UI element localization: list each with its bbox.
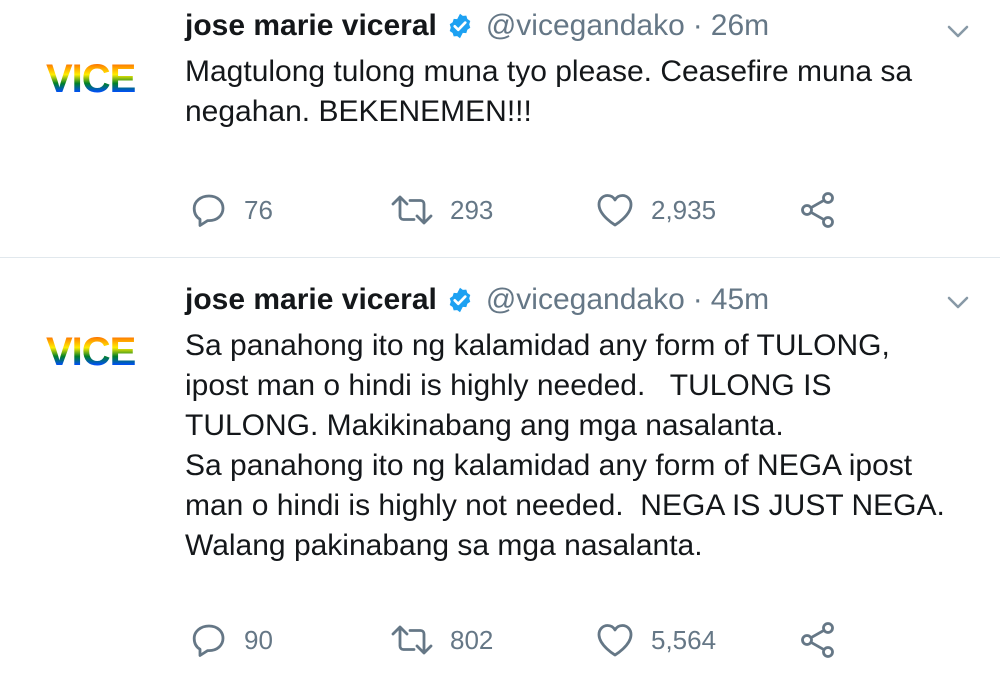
verified-badge-icon: [446, 286, 474, 314]
tweet-actions: 76 293 2,935: [0, 188, 1000, 232]
svg-text:VICE: VICE: [46, 58, 136, 98]
retweet-button[interactable]: 293: [390, 188, 493, 232]
share-button[interactable]: [798, 618, 838, 662]
reply-icon: [190, 621, 228, 659]
separator: ·: [692, 9, 703, 42]
heart-icon: [595, 191, 635, 229]
verified-badge-icon: [446, 12, 474, 40]
reply-count: 90: [244, 624, 273, 655]
retweet-icon: [390, 191, 434, 229]
retweet-count: 802: [450, 624, 494, 655]
tweet[interactable]: VICE jose marie viceral @vicegandako · 4…: [0, 258, 1000, 682]
share-icon: [798, 620, 838, 660]
avatar[interactable]: VICE: [46, 331, 150, 371]
separator: ·: [692, 283, 703, 316]
reply-button[interactable]: 76: [190, 188, 273, 232]
tweet-header: jose marie viceral @vicegandako · 26m: [185, 8, 940, 44]
chevron-down-icon[interactable]: [944, 288, 972, 316]
like-button[interactable]: 5,564: [595, 618, 716, 662]
heart-icon: [595, 621, 635, 659]
share-icon: [798, 190, 838, 230]
tweet[interactable]: VICE jose marie viceral @vicegandako · 2…: [0, 0, 1000, 258]
handle[interactable]: @vicegandako: [486, 8, 685, 44]
like-button[interactable]: 2,935: [595, 188, 716, 232]
svg-text:VICE: VICE: [46, 331, 136, 371]
reply-count: 76: [244, 194, 273, 225]
reply-icon: [190, 191, 228, 229]
avatar[interactable]: VICE: [46, 58, 150, 98]
tweet-header: jose marie viceral @vicegandako · 45m: [185, 282, 940, 318]
like-count: 2,935: [651, 194, 717, 225]
reply-button[interactable]: 90: [190, 618, 273, 662]
tweet-text: Sa panahong ito ng kalamidad any form of…: [185, 329, 945, 562]
timestamp[interactable]: 45m: [711, 282, 769, 318]
retweet-count: 293: [450, 194, 494, 225]
chevron-down-icon[interactable]: [944, 17, 972, 45]
vice-logo: VICE: [46, 58, 137, 98]
handle[interactable]: @vicegandako: [486, 282, 685, 318]
display-name[interactable]: jose marie viceral: [185, 282, 437, 318]
like-count: 5,564: [651, 624, 717, 655]
vice-logo: VICE: [46, 331, 137, 371]
share-button[interactable]: [798, 188, 838, 232]
tweet-actions: 90 802 5,564: [0, 618, 1000, 662]
display-name[interactable]: jose marie viceral: [185, 8, 437, 44]
retweet-icon: [390, 621, 434, 659]
timestamp[interactable]: 26m: [711, 8, 769, 44]
retweet-button[interactable]: 802: [390, 618, 493, 662]
tweet-text: Magtulong tulong muna tyo please. Ceasef…: [185, 55, 913, 128]
